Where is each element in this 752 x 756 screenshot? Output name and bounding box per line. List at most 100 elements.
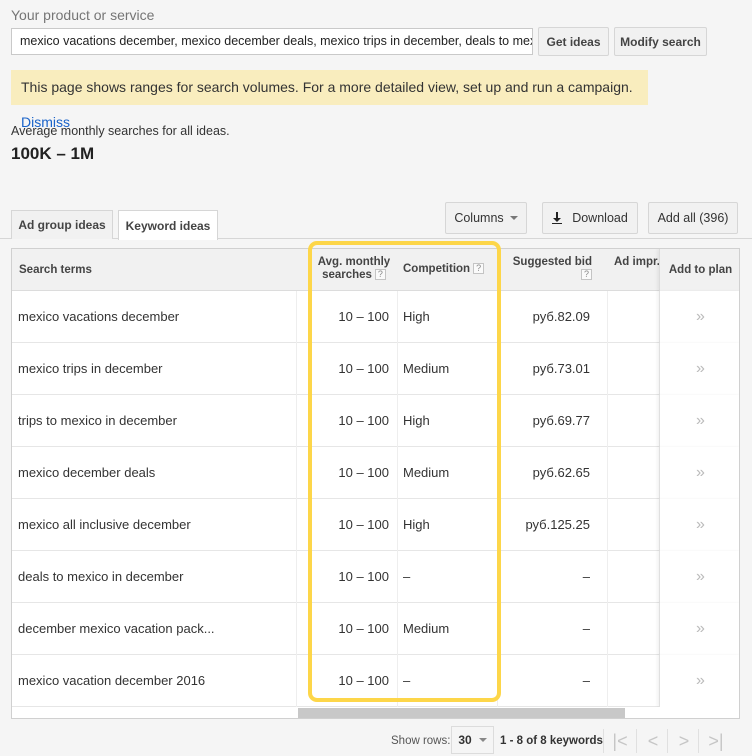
table-row: trips to mexico in december 10 – 100 High р… [12,395,739,447]
help-icon[interactable]: ? [581,269,592,281]
column-divider [397,655,398,707]
keyword-ideas-table: Search terms Avg. monthly searches? Comp… [11,248,740,719]
competition-cell: High [403,413,430,428]
competition-cell: High [403,309,430,324]
next-page-icon[interactable]: > [668,729,700,753]
column-divider [296,603,297,655]
get-ideas-button[interactable]: Get ideas [538,27,609,56]
avg-monthly-searches-cell: 10 – 100 [338,413,389,428]
column-divider [607,655,608,707]
suggested-bid-cell: руб.82.09 [532,309,590,324]
header-add-to-plan: Add to plan [659,249,739,291]
avg-monthly-searches-cell: 10 – 100 [338,309,389,324]
suggested-bid-cell: – [582,621,590,636]
column-divider [397,291,398,343]
table-row: mexico vacation december 2016 10 – 100– –» [12,655,739,707]
pagination-range: 1 - 8 of 8 keywords [500,735,603,747]
avg-monthly-searches-cell: 10 – 100 [338,621,389,636]
column-divider [497,499,498,551]
avg-monthly-searches-cell: 10 – 100 [338,517,389,532]
competition-cell: Medium [403,465,450,480]
tab-keyword-ideas[interactable]: Keyword ideas [118,210,218,240]
column-divider [607,499,608,551]
column-divider [607,603,608,655]
add-to-plan-icon[interactable]: » [659,447,739,499]
avg-searches-label: Average monthly searches for all ideas. [11,124,230,138]
column-divider [397,343,398,395]
add-to-plan-icon[interactable]: » [659,499,739,551]
header-avg-line2: searches [322,269,372,281]
column-divider [296,655,297,707]
search-term-cell: mexico all inclusive december [18,517,191,532]
add-to-plan-icon[interactable]: » [659,603,739,655]
header-search-terms[interactable]: Search terms [19,249,92,291]
column-divider [296,291,297,343]
table-row: december mexico vacation pack... 10 – 100… [12,603,739,655]
product-search-input[interactable]: mexico vacations december, mexico decemb… [11,28,533,55]
add-to-plan-icon[interactable]: » [659,343,739,395]
help-icon[interactable]: ? [374,269,386,281]
avg-monthly-searches-cell: 10 – 100 [338,673,389,688]
column-divider [607,291,608,343]
download-label: Download [572,211,628,225]
add-to-plan-icon[interactable]: » [659,655,739,707]
avg-monthly-searches-cell: 10 – 100 [338,569,389,584]
avg-monthly-searches-cell: 10 – 100 [338,361,389,376]
column-divider [497,655,498,707]
competition-cell: Medium [403,361,450,376]
column-divider [497,603,498,655]
column-divider [296,447,297,499]
columns-label: Columns [454,211,504,225]
modify-search-button[interactable]: Modify search [614,27,707,56]
download-icon [552,212,563,224]
table-row: mexico all inclusive december 10 – 100 Hig… [12,499,739,551]
column-divider [296,343,297,395]
last-page-icon[interactable]: >| [700,729,732,753]
chevron-down-icon [478,738,487,742]
column-divider [397,499,398,551]
search-term-cell: mexico december deals [18,465,156,480]
pager-divider [698,729,699,753]
tab-ad-group-ideas[interactable]: Ad group ideas [11,210,113,239]
search-volume-notice: This page shows ranges for search volume… [11,70,648,130]
header-bid-label: Suggested bid [512,256,592,268]
add-all-button[interactable]: Add all (396) [648,202,738,234]
avg-searches-value: 100K – 1M [11,144,95,163]
competition-cell: High [403,517,430,532]
add-to-plan-icon[interactable]: » [659,395,739,447]
horizontal-scrollbar-thumb[interactable] [298,708,625,718]
prev-page-icon[interactable]: < [637,729,669,753]
search-term-cell: mexico trips in december [18,361,163,376]
column-divider [296,551,297,603]
column-divider [497,447,498,499]
competition-cell: – [403,569,411,584]
competition-cell: – [403,673,411,688]
header-avg-line1: Avg. monthly [317,256,391,268]
suggested-bid-cell: руб.125.25 [525,517,590,532]
column-divider [607,551,608,603]
suggested-bid-cell: – [582,569,590,584]
add-to-plan-icon[interactable]: » [659,291,739,343]
column-divider [607,343,608,395]
column-divider [296,499,297,551]
competition-cell: Medium [403,621,450,636]
column-divider [397,447,398,499]
suggested-bid-cell: – [582,673,590,688]
avg-monthly-searches-cell: 10 – 100 [338,465,389,480]
columns-button[interactable]: Columns [445,202,527,234]
table-header: Search terms Avg. monthly searches? Comp… [12,249,739,291]
column-divider [296,395,297,447]
header-competition-label: Competition [403,263,471,275]
download-button[interactable]: Download [542,202,638,234]
column-divider [397,551,398,603]
search-term-cell: december mexico vacation pack... [18,621,215,636]
column-divider [497,343,498,395]
rows-per-page-select[interactable]: 30 [451,726,494,754]
column-divider [397,603,398,655]
table-row: mexico trips in december 10 – 100 Medium ру… [12,343,739,395]
add-to-plan-icon[interactable]: » [659,551,739,603]
first-page-icon[interactable]: |< [604,729,636,753]
column-divider [607,447,608,499]
help-icon[interactable]: ? [473,263,485,275]
show-rows-label: Show rows: [391,735,451,747]
